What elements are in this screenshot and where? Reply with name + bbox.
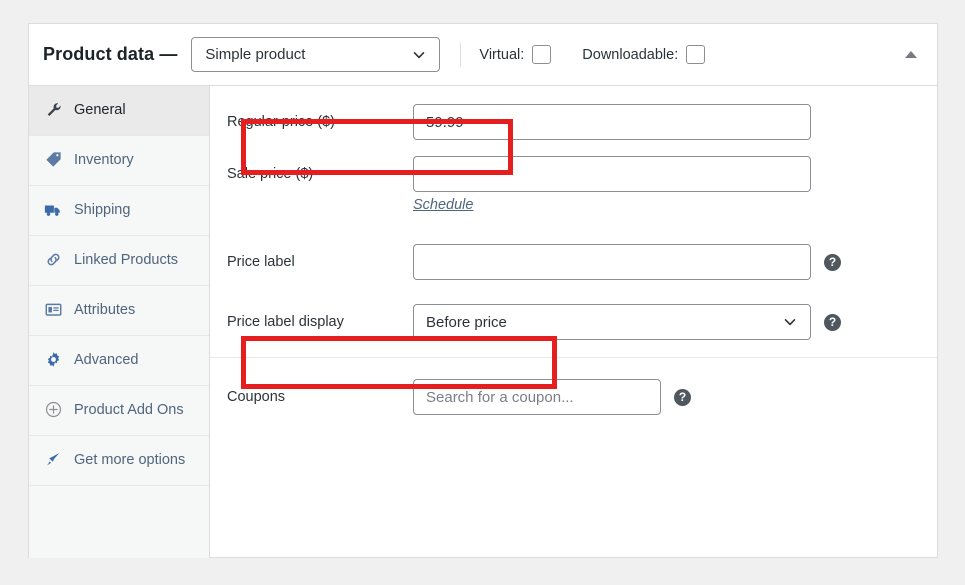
- virtual-checkbox[interactable]: [532, 45, 552, 64]
- help-icon[interactable]: ?: [824, 313, 841, 331]
- megaphone-icon: [43, 450, 63, 469]
- regular-price-label: Regular price ($): [227, 114, 335, 130]
- tab-attributes-label: Attributes: [74, 302, 136, 319]
- list-view-icon: [43, 300, 63, 319]
- plus-circle-icon: [43, 400, 63, 419]
- coupons-label: Coupons: [227, 389, 286, 405]
- tab-shipping[interactable]: Shipping: [29, 186, 209, 237]
- help-icon[interactable]: ?: [674, 388, 691, 406]
- tab-inventory[interactable]: Inventory: [29, 136, 209, 187]
- tab-attributes[interactable]: Attributes: [29, 286, 209, 337]
- downloadable-checkbox[interactable]: [686, 45, 706, 64]
- virtual-label: Virtual:: [479, 46, 525, 63]
- price-label-display-label: Price label display: [227, 314, 344, 330]
- coupons-row: Coupons Search for a coupon... ?: [210, 371, 937, 423]
- triangle-up-icon: [905, 51, 917, 58]
- tab-get-more-options[interactable]: Get more options: [29, 436, 209, 487]
- collapse-panel-toggle[interactable]: [901, 45, 921, 65]
- product-type-select[interactable]: Simple product: [191, 37, 441, 72]
- tab-product-add-ons-label: Product Add Ons: [74, 402, 184, 419]
- header-divider: [460, 42, 462, 67]
- sale-price-input[interactable]: [413, 156, 811, 192]
- tag-icon: [43, 150, 63, 169]
- tab-get-more-options-label: Get more options: [74, 452, 186, 469]
- coupons-search-input[interactable]: Search for a coupon...: [413, 379, 661, 415]
- sale-price-label: Sale price ($): [227, 166, 314, 182]
- price-label-input[interactable]: [413, 244, 811, 280]
- panel-header: Product data — Simple product Virtual: D…: [29, 24, 937, 86]
- regular-price-input[interactable]: 59.99: [413, 104, 811, 140]
- sale-price-row: Sale price ($): [210, 148, 937, 200]
- page-title: Product data —: [43, 44, 178, 64]
- downloadable-label: Downloadable:: [582, 46, 679, 63]
- tab-advanced-label: Advanced: [74, 352, 139, 369]
- regular-price-value: 59.99: [426, 113, 464, 131]
- tab-advanced[interactable]: Advanced: [29, 336, 209, 387]
- product-data-panel: Product data — Simple product Virtual: D…: [28, 23, 938, 558]
- virtual-field: Virtual:: [479, 45, 552, 64]
- section-divider: [210, 357, 937, 358]
- general-tab-panel: Regular price ($) 59.99 Sale price ($) S…: [210, 86, 937, 558]
- truck-icon: [43, 200, 63, 219]
- tab-linked-products[interactable]: Linked Products: [29, 236, 209, 287]
- price-label-display-select[interactable]: Before price: [413, 304, 811, 340]
- chevron-down-icon: [783, 315, 797, 329]
- tab-general[interactable]: General: [29, 86, 209, 137]
- gear-icon: [43, 350, 63, 369]
- price-label-label: Price label: [227, 254, 295, 270]
- price-label-display-value: Before price: [426, 313, 507, 331]
- coupons-placeholder: Search for a coupon...: [426, 388, 574, 406]
- wrench-icon: [43, 100, 63, 119]
- price-label-display-row: Price label display Before price ?: [210, 296, 937, 348]
- panel-body: General Inventory Shipping Linked Produc…: [29, 86, 937, 558]
- link-icon: [43, 250, 63, 269]
- product-type-value: Simple product: [205, 46, 306, 63]
- tab-inventory-label: Inventory: [74, 152, 134, 169]
- chevron-down-icon: [412, 48, 426, 62]
- product-data-tabs: General Inventory Shipping Linked Produc…: [29, 86, 210, 558]
- downloadable-field: Downloadable:: [582, 45, 706, 64]
- tab-shipping-label: Shipping: [74, 202, 131, 219]
- tab-general-label: General: [74, 102, 126, 118]
- price-label-row: Price label ?: [210, 236, 937, 288]
- tab-linked-products-label: Linked Products: [74, 252, 178, 269]
- tab-product-add-ons[interactable]: Product Add Ons: [29, 386, 209, 437]
- regular-price-row: Regular price ($) 59.99: [210, 96, 937, 148]
- help-icon[interactable]: ?: [824, 253, 841, 271]
